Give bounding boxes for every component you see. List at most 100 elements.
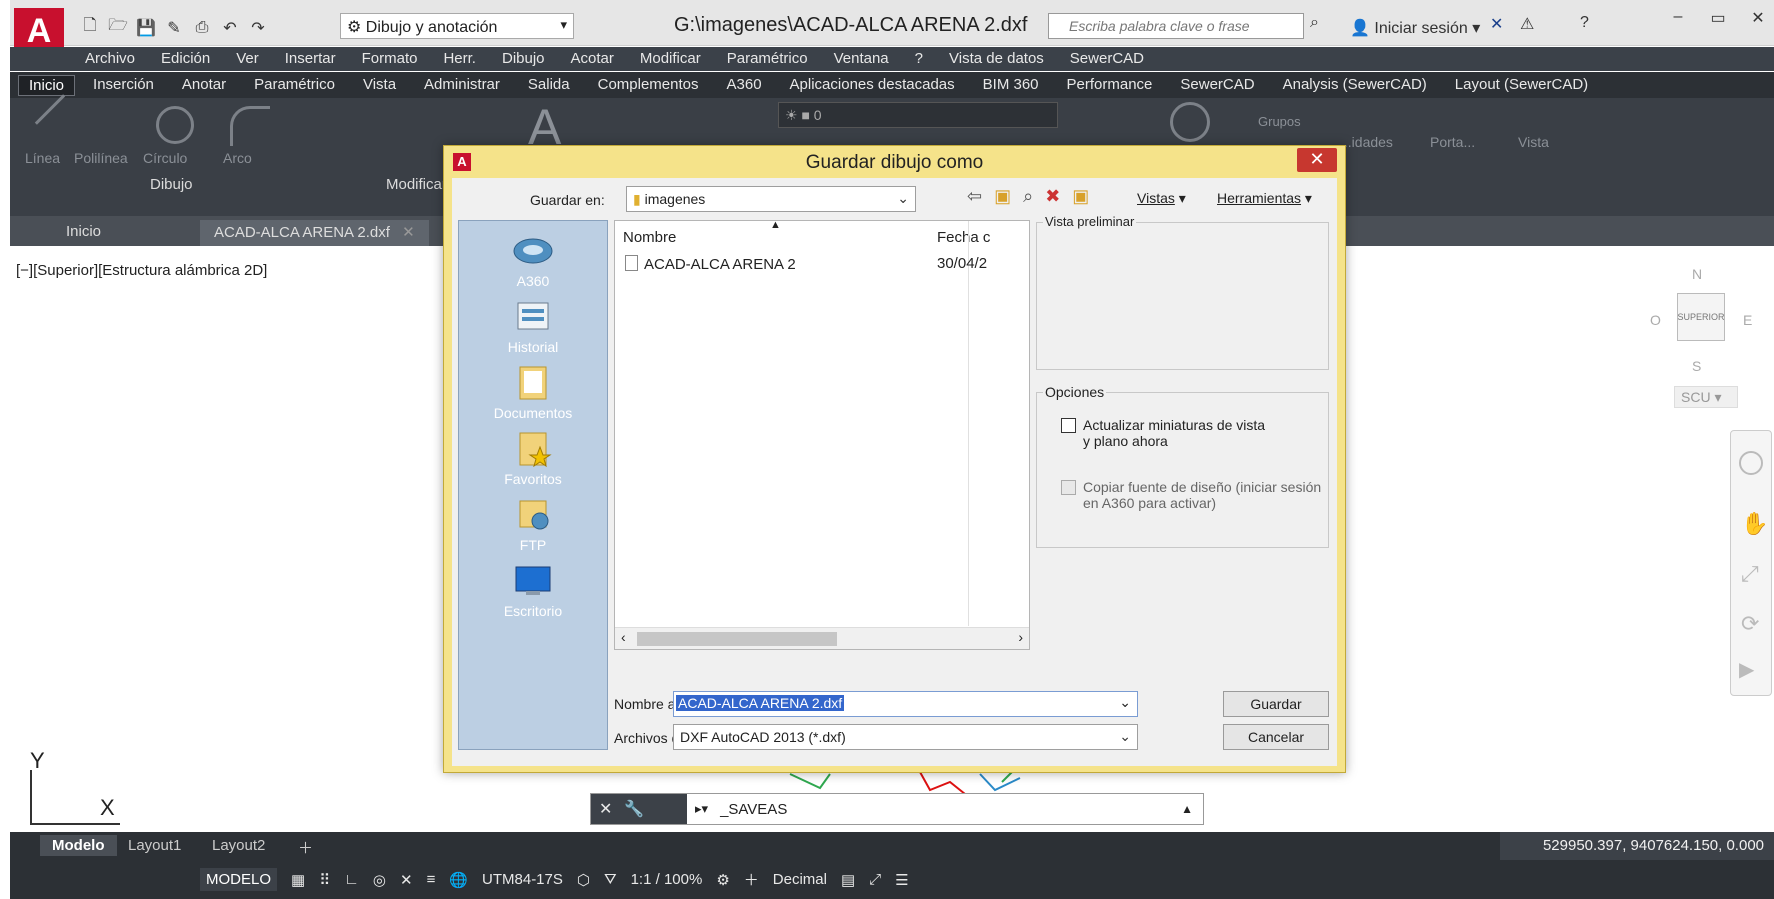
ribbon-tab[interactable]: Salida: [518, 75, 580, 96]
lineweight-icon[interactable]: ≡: [427, 871, 436, 888]
ribbon-tab[interactable]: Vista: [353, 75, 406, 96]
menu-item[interactable]: Ver: [236, 50, 259, 67]
plot-icon[interactable]: ⎙: [192, 19, 212, 37]
ribbon-tab[interactable]: Analysis (SewerCAD): [1273, 75, 1437, 96]
place-ftp[interactable]: FTP: [459, 497, 607, 553]
menu-item[interactable]: Archivo: [85, 50, 135, 67]
tools-menu[interactable]: Herramientas ▾: [1217, 190, 1312, 207]
binoculars-icon[interactable]: ⌕: [1310, 14, 1319, 32]
tool-circle[interactable]: Círculo: [143, 150, 187, 166]
annotation-scale[interactable]: 1:1 / 100%: [631, 871, 703, 888]
menu-item[interactable]: SewerCAD: [1070, 50, 1144, 67]
command-history-icon[interactable]: ▲: [1181, 802, 1193, 816]
ribbon-tab[interactable]: Anotar: [172, 75, 236, 96]
snap-icon[interactable]: ⠿: [319, 871, 330, 889]
menu-item[interactable]: Formato: [362, 50, 418, 67]
zoom-icon[interactable]: ⤢: [1741, 561, 1759, 587]
ribbon-tab[interactable]: Inserción: [83, 75, 164, 96]
close-tab-icon[interactable]: ✕: [402, 224, 415, 241]
viewport-controls[interactable]: [−][Superior][Estructura alámbrica 2D]: [16, 262, 267, 279]
ucs-menu[interactable]: SCU ▾: [1674, 386, 1738, 408]
isolate-icon[interactable]: ⛛: [604, 871, 617, 888]
menu-item[interactable]: Dibujo: [502, 50, 545, 67]
layer-dropdown[interactable]: ☀ ■ 0: [778, 102, 1058, 128]
menu-item[interactable]: Herr.: [443, 50, 476, 67]
workspace-icon[interactable]: ⬡: [577, 871, 590, 889]
tab-start[interactable]: Inicio: [52, 220, 115, 246]
tool-line[interactable]: Línea: [25, 150, 60, 166]
viewcube[interactable]: SUPERIOR: [1677, 293, 1725, 341]
search-web-icon[interactable]: ⌕: [1023, 186, 1033, 207]
place-a360[interactable]: A360: [459, 233, 607, 289]
filename-input[interactable]: ACAD-ALCA ARENA 2.dxf ⌄: [673, 691, 1138, 717]
menu-item[interactable]: Acotar: [571, 50, 614, 67]
place-documents[interactable]: Documentos: [459, 365, 607, 421]
menu-item[interactable]: Ventana: [834, 50, 889, 67]
redo-icon[interactable]: ↷: [248, 18, 268, 38]
column-date[interactable]: Fecha c: [937, 229, 990, 246]
scroll-left-icon[interactable]: ‹: [621, 629, 626, 645]
minimize-button[interactable]: –: [1660, 8, 1696, 26]
compass-north[interactable]: N: [1692, 266, 1702, 282]
close-window-button[interactable]: ✕: [1740, 8, 1774, 28]
save-as-icon[interactable]: ✎: [164, 18, 184, 38]
tab-current-drawing[interactable]: ACAD-ALCA ARENA 2.dxf ✕: [200, 220, 429, 246]
up-folder-icon[interactable]: ▣: [994, 186, 1011, 207]
column-name[interactable]: Nombre: [623, 229, 676, 246]
back-icon[interactable]: ⇦: [967, 186, 982, 207]
tab-layout1[interactable]: Layout1: [116, 835, 193, 856]
close-dialog-button[interactable]: ✕: [1297, 148, 1337, 172]
checkbox-unchecked-icon[interactable]: [1061, 418, 1076, 433]
new-folder-icon[interactable]: ▣: [1072, 186, 1089, 207]
tool-utilities[interactable]: ...idades: [1340, 134, 1393, 150]
workspace-dropdown[interactable]: ⚙ Dibujo y anotación: [340, 13, 574, 39]
scroll-right-icon[interactable]: ›: [1018, 629, 1023, 645]
new-icon[interactable]: 🗋: [80, 14, 100, 41]
signin-button[interactable]: 👤 Iniciar sesión ▾: [1350, 18, 1480, 38]
menu-item[interactable]: ?: [915, 50, 923, 67]
plus-icon[interactable]: ＋: [744, 869, 759, 890]
osnap-icon[interactable]: ✕: [400, 871, 413, 889]
filetype-dropdown[interactable]: DXF AutoCAD 2013 (*.dxf) ⌄: [673, 724, 1138, 750]
ribbon-tab[interactable]: Layout (SewerCAD): [1445, 75, 1598, 96]
ribbon-tab[interactable]: BIM 360: [973, 75, 1049, 96]
grid-icon[interactable]: ▦: [291, 871, 305, 889]
tool-clipboard[interactable]: Porta...: [1430, 134, 1475, 150]
wrench-icon[interactable]: 🔧: [624, 799, 644, 819]
help-icon[interactable]: ?: [1580, 14, 1589, 32]
file-list[interactable]: Nombre ▲ Fecha c ACAD-ALCA ARENA 2 30/04…: [614, 220, 1030, 650]
menu-item[interactable]: Edición: [161, 50, 210, 67]
tool-groups[interactable]: Grupos: [1258, 114, 1301, 129]
command-input[interactable]: _SAVEAS: [708, 801, 787, 818]
monitor-icon[interactable]: ▤: [841, 871, 855, 889]
ribbon-tab[interactable]: Complementos: [588, 75, 709, 96]
ribbon-tab[interactable]: Administrar: [414, 75, 510, 96]
tool-view[interactable]: Vista: [1518, 134, 1549, 150]
menu-item[interactable]: Modificar: [640, 50, 701, 67]
place-history[interactable]: Historial: [459, 299, 607, 355]
tool-arc[interactable]: Arco: [223, 150, 252, 166]
menu-item[interactable]: Insertar: [285, 50, 336, 67]
views-menu[interactable]: Vistas ▾: [1137, 190, 1186, 207]
add-layout-icon[interactable]: ＋: [286, 835, 325, 860]
tab-model[interactable]: Modelo: [40, 835, 117, 856]
tool-polyline[interactable]: Polilínea: [74, 150, 128, 166]
settings-icon[interactable]: ⚙: [716, 871, 729, 889]
close-command-icon[interactable]: ✕: [599, 799, 612, 819]
maximize-button[interactable]: ▭: [1700, 8, 1736, 28]
a360-icon[interactable]: ⚠: [1520, 14, 1534, 34]
showmotion-icon[interactable]: ▶: [1739, 657, 1754, 682]
steering-wheel-icon[interactable]: [1739, 451, 1763, 475]
compass-west[interactable]: O: [1650, 312, 1661, 328]
exchange-icon[interactable]: ✕: [1490, 14, 1503, 34]
ribbon-tab[interactable]: Performance: [1057, 75, 1163, 96]
model-space-button[interactable]: MODELO: [200, 868, 278, 891]
place-favorites[interactable]: Favoritos: [459, 431, 607, 487]
menu-item[interactable]: Vista de datos: [949, 50, 1044, 67]
polar-icon[interactable]: ◎: [373, 871, 386, 889]
ribbon-tab[interactable]: SewerCAD: [1170, 75, 1264, 96]
filename-dropdown-icon[interactable]: ⌄: [1119, 694, 1131, 711]
ribbon-tab[interactable]: A360: [717, 75, 772, 96]
delete-icon[interactable]: ✖: [1045, 186, 1060, 207]
ortho-icon[interactable]: ∟: [344, 871, 359, 888]
